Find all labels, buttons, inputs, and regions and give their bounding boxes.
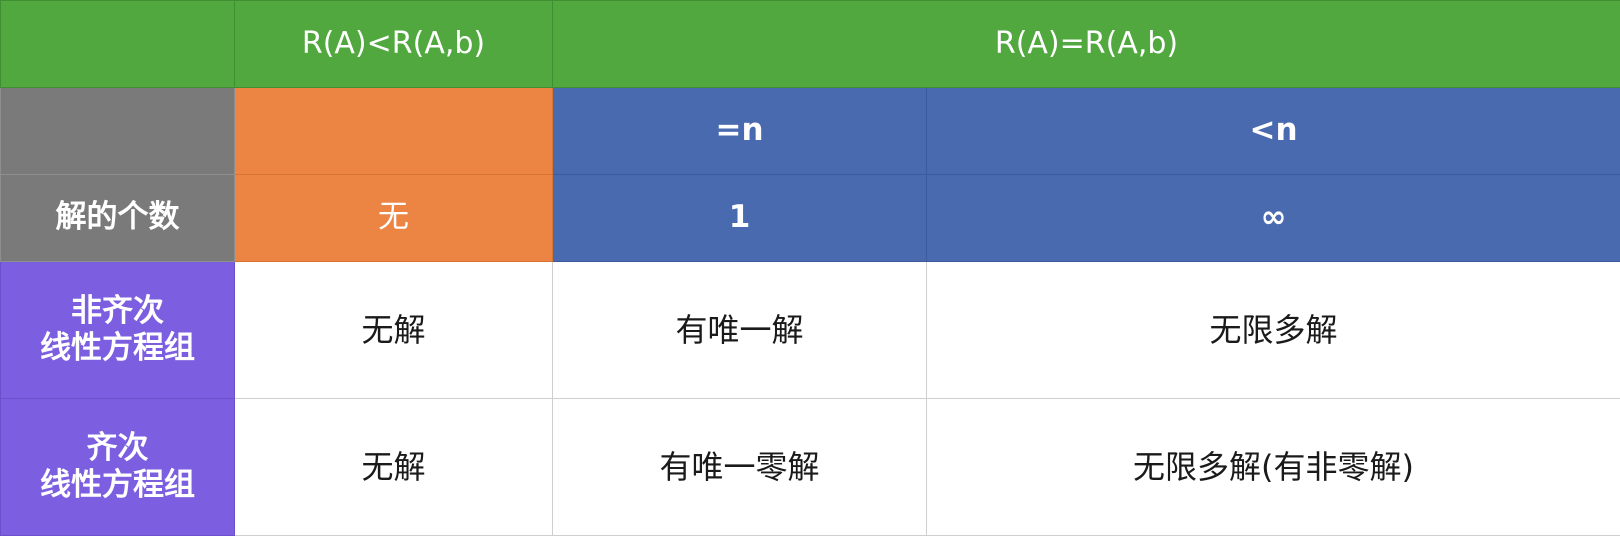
subheader-row: =n <n [0, 87, 1620, 175]
homogeneous-label-line1: 齐次 [86, 429, 149, 466]
solution-count-infinite: ∞ [926, 174, 1620, 262]
header-corner-cell [0, 0, 235, 88]
nonhomogeneous-infinite: 无限多解 [926, 261, 1620, 399]
solution-count-row: 解的个数 无 1 ∞ [0, 174, 1620, 262]
homogeneous-unique: 有唯一零解 [552, 398, 927, 536]
homogeneous-infinite: 无限多解(有非零解) [926, 398, 1620, 536]
solution-table-container: R(A)<R(A,b) R(A)=R(A,b) =n <n 解的个数 无 1 ∞… [0, 0, 1620, 536]
homogeneous-label: 齐次 线性方程组 [0, 398, 235, 536]
solution-count-none: 无 [234, 174, 553, 262]
nonhomogeneous-label: 非齐次 线性方程组 [0, 261, 235, 399]
nonhomogeneous-row: 非齐次 线性方程组 无解 有唯一解 无限多解 [0, 261, 1620, 399]
solution-count-label: 解的个数 [0, 174, 235, 262]
subheader-eq-n: =n [552, 87, 927, 175]
homogeneous-row: 齐次 线性方程组 无解 有唯一零解 无限多解(有非零解) [0, 398, 1620, 536]
header-rank-equal: R(A)=R(A,b) [552, 0, 1620, 88]
solution-count-one: 1 [552, 174, 927, 262]
header-rank-less: R(A)<R(A,b) [234, 0, 553, 88]
nonhomogeneous-label-line1: 非齐次 [71, 292, 164, 329]
subheader-rank-less-cell [234, 87, 553, 175]
nonhomogeneous-unique: 有唯一解 [552, 261, 927, 399]
homogeneous-label-line2: 线性方程组 [40, 467, 195, 503]
linear-system-solution-table: R(A)<R(A,b) R(A)=R(A,b) =n <n 解的个数 无 1 ∞… [0, 0, 1620, 536]
header-row: R(A)<R(A,b) R(A)=R(A,b) [0, 0, 1620, 88]
nonhomogeneous-no-solution: 无解 [234, 261, 553, 399]
nonhomogeneous-label-line2: 线性方程组 [40, 330, 195, 366]
subheader-corner-cell [0, 87, 235, 175]
homogeneous-no-solution: 无解 [234, 398, 553, 536]
subheader-lt-n: <n [926, 87, 1620, 175]
